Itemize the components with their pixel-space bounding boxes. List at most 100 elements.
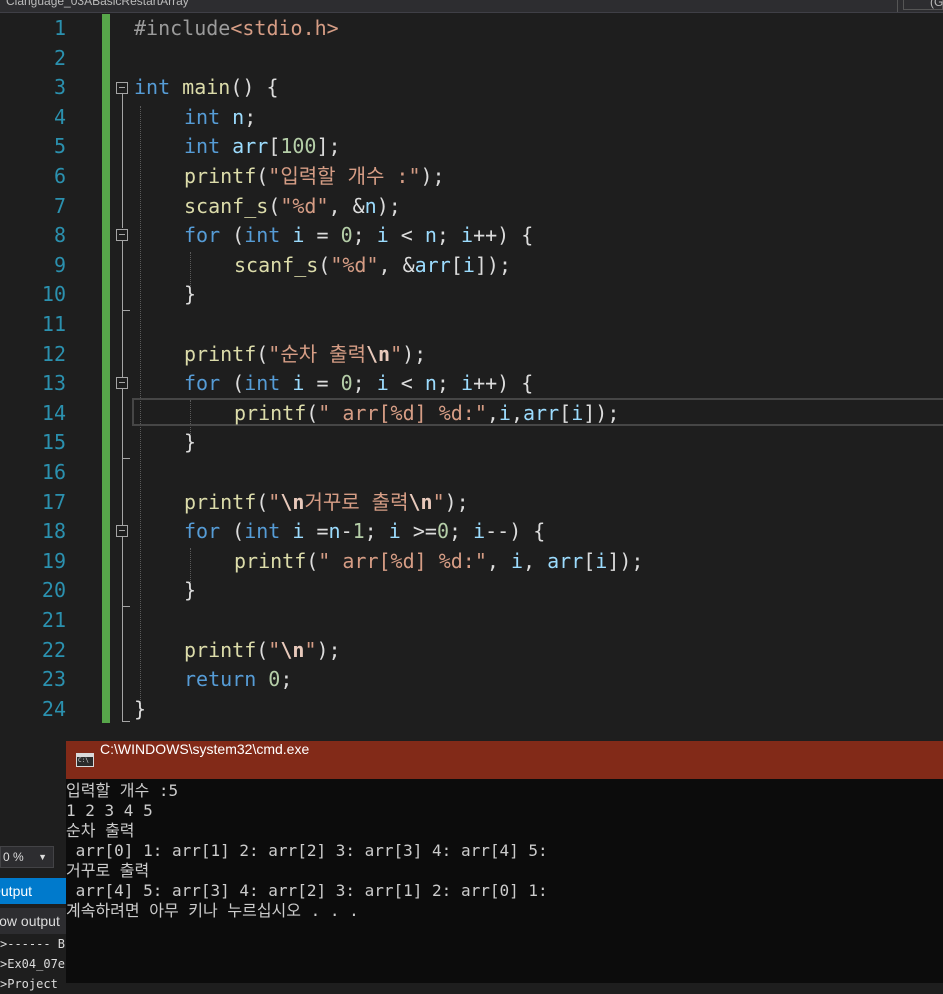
punct: ( (256, 341, 269, 366)
string-literal: " (432, 489, 445, 514)
keyword: int (184, 134, 221, 159)
line-number: 8 (53, 223, 66, 248)
line-number: 6 (53, 164, 66, 188)
code-editor[interactable]: #include<stdio.h> int main() { int n; in… (134, 14, 943, 730)
number: 1 (352, 519, 365, 544)
line-number: 12 (41, 341, 66, 366)
console-window[interactable]: C:\WINDOWS\system32\cmd.exe 입력할 개수 :5 1 … (66, 741, 943, 983)
console-title-bar[interactable]: C:\WINDOWS\system32\cmd.exe (66, 741, 943, 779)
variable: i (571, 400, 584, 425)
punct: ( (220, 223, 245, 248)
output-tab-label: Output (0, 883, 33, 899)
code-line-13: for (int i = 0; i < n; i++) { (184, 369, 533, 399)
code-line-5: int arr[100]; (184, 132, 341, 162)
punct: [ (450, 252, 463, 277)
number: 0 (340, 223, 353, 248)
member-dropdown[interactable]: (G (903, 0, 943, 10)
outline-line (122, 389, 123, 525)
cmd-icon (76, 753, 94, 767)
variable: n (424, 223, 437, 248)
punct: ; (352, 371, 377, 396)
collapse-main-icon[interactable] (116, 82, 128, 94)
line-number: 19 (41, 548, 66, 573)
function-name: printf (184, 637, 257, 662)
punct: ]; (316, 134, 341, 159)
outline-line (122, 94, 123, 228)
string-literal: "순차 출력 (268, 341, 366, 366)
variable: i (462, 252, 475, 277)
punct: ); (376, 193, 401, 218)
outline-end (122, 458, 130, 459)
punct: ); (444, 489, 469, 514)
escape-sequence: \n (408, 489, 433, 514)
punct: ; (436, 223, 462, 248)
escape-sequence: \n (280, 637, 305, 662)
function-name: scanf_s (234, 252, 319, 277)
code-line-23: return 0; (184, 665, 292, 695)
punct: >= (400, 519, 437, 544)
punct: , (486, 400, 499, 425)
punct: ; (436, 371, 462, 396)
line-number: 16 (41, 460, 66, 484)
number: 100 (280, 134, 317, 159)
line-number: 4 (53, 104, 66, 129)
code-line-19: printf(" arr[%d] %d:", i, arr[i]); (234, 547, 643, 577)
punct: ; (244, 104, 257, 129)
code-line-1: #include<stdio.h> (134, 14, 339, 44)
show-output-from[interactable]: Show output (0, 908, 66, 934)
document-tab-title[interactable]: Clanguage_03ABasicRestartArray (6, 0, 189, 8)
punct: = (304, 371, 341, 396)
punct: ]); (583, 400, 620, 425)
collapse-for3-icon[interactable] (116, 525, 128, 537)
punct: ); (316, 637, 341, 662)
variable: i (595, 548, 608, 573)
punct: , (510, 400, 524, 425)
variable: arr (232, 134, 269, 159)
outline-line (122, 537, 123, 722)
escape-sequence: \n (365, 341, 391, 366)
change-tracking-bar (102, 14, 110, 723)
zoom-dropdown[interactable]: 0 % ▼ (0, 846, 54, 868)
variable: i (388, 519, 401, 544)
punct (256, 667, 268, 691)
collapse-for1-icon[interactable] (116, 229, 128, 241)
collapse-for2-icon[interactable] (116, 377, 128, 389)
function-name: printf (184, 489, 257, 514)
output-line: >Ex04_07e (0, 957, 66, 971)
variable: i (461, 371, 474, 396)
zoom-value: 0 % (3, 850, 24, 864)
variable: i (376, 223, 389, 248)
keyword: int (244, 519, 281, 544)
line-number: 20 (41, 578, 66, 603)
code-line-3: int main() { (134, 73, 279, 103)
function-name: printf (184, 341, 257, 366)
variable: n (364, 193, 377, 218)
line-number: 10 (41, 282, 66, 307)
code-line-18: for (int i =n-1; i >=0; i--) { (184, 517, 545, 547)
punct: , (523, 548, 548, 573)
line-number: 22 (41, 637, 66, 662)
chevron-down-icon: ▼ (38, 852, 47, 862)
code-line-17: printf("\n거꾸로 출력\n"); (184, 488, 469, 518)
punct: - (340, 519, 353, 544)
include-path: <stdio.h> (230, 16, 339, 40)
punct: ( (318, 252, 331, 277)
line-number-gutter: 1 2 3 4 5 6 7 8 9 10 11 12 13 14 15 16 1… (0, 14, 100, 730)
code-line-12: printf("순차 출력\n"); (184, 340, 426, 370)
string-literal: "%d" (280, 193, 329, 218)
punct: ; (448, 519, 474, 544)
output-tab[interactable]: Output (0, 878, 66, 904)
variable: arr (414, 252, 451, 277)
line-number: 18 (41, 519, 66, 544)
line-number: 1 (53, 16, 66, 40)
line-number: 7 (53, 193, 66, 218)
code-line-15: } (184, 430, 197, 455)
punct: [ (583, 548, 596, 573)
punct: < (388, 371, 425, 396)
code-line-8: for (int i = 0; i < n; i++) { (184, 221, 533, 251)
variable: n (424, 371, 437, 396)
punct: , (486, 548, 511, 573)
line-number: 5 (53, 134, 66, 159)
punct: ]); (474, 252, 511, 277)
preprocessor: #include (134, 16, 231, 40)
